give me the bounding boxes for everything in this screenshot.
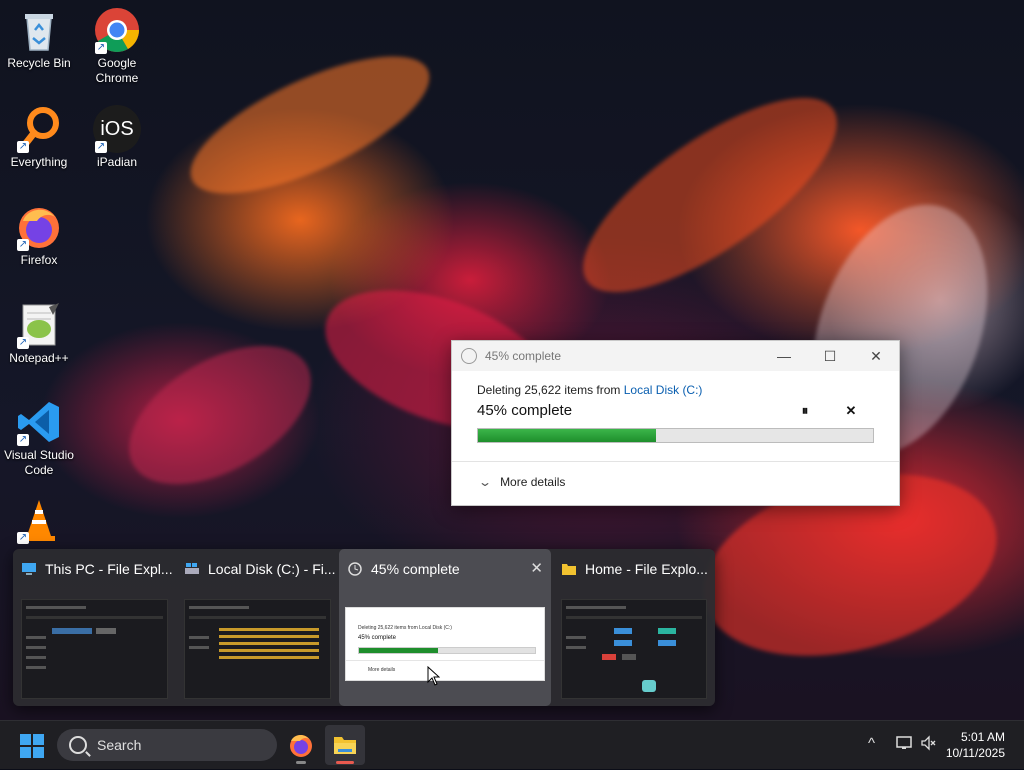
firefox-icon: [290, 735, 312, 757]
switcher-window-delete-progress[interactable]: 45% complete ✕ Deleting 25,622 items fro…: [339, 549, 551, 706]
cancel-button[interactable]: ✕: [828, 403, 874, 419]
close-window-button[interactable]: ✕: [530, 559, 543, 577]
thumbnail-status-text: Deleting 25,622 items from Local Disk (C…: [358, 625, 452, 631]
folder-icon: [562, 564, 576, 575]
close-button[interactable]: ✕: [853, 341, 899, 371]
more-details-label: More details: [500, 475, 566, 489]
desktop-icon-recycle-bin[interactable]: Recycle Bin: [0, 6, 78, 71]
deleting-prefix: Deleting 25,622 items from: [477, 383, 624, 397]
window-thumbnail: [184, 599, 331, 699]
vlc-cone-icon: ↗: [15, 496, 63, 544]
switcher-window-local-disk[interactable]: Local Disk (C:) - Fi...: [176, 549, 339, 706]
dialog-titlebar[interactable]: 45% complete — ☐ ✕: [452, 341, 899, 371]
taskbar-firefox[interactable]: [281, 725, 321, 765]
taskbar: Search ^ 5:01 AM 10/11/2025: [0, 720, 1024, 769]
window-title: Home - File Explo...: [585, 561, 708, 577]
vscode-icon: ↗: [15, 398, 63, 446]
desktop-icon-label: iPadian: [96, 155, 138, 169]
active-indicator: [336, 761, 354, 764]
drive-icon: [185, 563, 199, 574]
percent-complete-label: 45% complete: [477, 402, 573, 419]
search-icon: [69, 736, 87, 754]
search-placeholder: Search: [97, 737, 142, 753]
clock-time: 5:01 AM: [960, 730, 1005, 744]
task-switcher: This PC - File Expl... Local Disk (C:) -…: [13, 549, 715, 706]
shortcut-arrow-icon: ↗: [17, 141, 29, 153]
start-button[interactable]: [20, 734, 44, 758]
window-title: Local Disk (C:) - Fi...: [208, 561, 336, 577]
local-disk-link[interactable]: Local Disk (C:): [624, 383, 703, 397]
thumbnail-progress-bar: [358, 647, 536, 654]
window-title: 45% complete: [371, 561, 460, 577]
taskbar-file-explorer[interactable]: [325, 725, 365, 765]
divider: [346, 660, 544, 661]
switcher-window-home[interactable]: Home - File Explo...: [553, 549, 715, 706]
notepad-plus-plus-icon: ↗: [15, 301, 63, 349]
window-thumbnail: [561, 599, 707, 699]
system-tray: ^ 5:01 AM 10/11/2025: [844, 721, 1024, 769]
windows-logo-icon: [20, 734, 31, 745]
thumbnail-more-details: More details: [368, 667, 396, 673]
progress-bar: [477, 428, 874, 443]
mouse-cursor-icon: [427, 666, 440, 686]
more-details-toggle[interactable]: ⌄ More details: [477, 475, 566, 489]
desktop-icon-label: Notepad++: [9, 351, 69, 365]
monitor-icon: [22, 563, 36, 575]
delete-progress-dialog[interactable]: 45% complete — ☐ ✕ Deleting 25,622 items…: [451, 340, 900, 506]
shortcut-arrow-icon: ↗: [17, 337, 29, 349]
shortcut-arrow-icon: ↗: [17, 434, 29, 446]
chevron-down-icon: ⌄: [477, 475, 493, 489]
desktop-icon-notepad-plus-plus[interactable]: ↗ Notepad++: [0, 301, 78, 366]
shortcut-arrow-icon: ↗: [95, 42, 107, 54]
chrome-icon: ↗: [93, 6, 141, 54]
window-thumbnail: Deleting 25,622 items from Local Disk (C…: [345, 607, 545, 681]
ipadian-icon: iOS ↗: [93, 105, 141, 153]
desktop-icon-label: Firefox: [20, 253, 58, 267]
desktop-icon-label: Recycle Bin: [7, 56, 71, 70]
minimize-button[interactable]: —: [761, 341, 807, 371]
clock-icon: [461, 348, 477, 364]
shortcut-arrow-icon: ↗: [95, 141, 107, 153]
desktop-icon-label: Everything: [10, 155, 68, 169]
window-title: This PC - File Expl...: [45, 561, 173, 577]
desktop-icon-firefox[interactable]: ↗ Firefox: [0, 203, 78, 268]
divider: [452, 461, 899, 462]
thumbnail-progress-fill: [359, 648, 439, 653]
recycle-bin-icon: [15, 6, 63, 54]
thumbnail-percent-text: 45% complete: [358, 635, 397, 641]
shortcut-arrow-icon: ↗: [17, 532, 29, 544]
deleting-status-text: Deleting 25,622 items from Local Disk (C…: [477, 383, 874, 397]
desktop-icon-ipadian[interactable]: iOS ↗ iPadian: [78, 105, 156, 170]
clock-date: 10/11/2025: [945, 746, 1005, 760]
everything-magnifier-icon: ↗: [15, 105, 63, 153]
desktop-icon-label: Visual Studio Code: [4, 448, 74, 477]
desktop-icon-vlc[interactable]: ↗: [0, 496, 78, 548]
maximize-button[interactable]: ☐: [807, 341, 853, 371]
dialog-title: 45% complete: [485, 349, 562, 363]
window-thumbnail: [21, 599, 168, 699]
progress-bar-fill: [478, 429, 656, 442]
running-indicator: [296, 761, 306, 764]
show-hidden-icons-chevron-icon[interactable]: ^: [868, 735, 875, 752]
desktop-icon-label: Google Chrome: [95, 56, 139, 85]
network-icon[interactable]: [896, 735, 914, 751]
desktop-icon-everything[interactable]: ↗ Everything: [0, 105, 78, 170]
desktop-icon-google-chrome[interactable]: ↗ Google Chrome: [78, 6, 156, 86]
clock-icon: [348, 562, 362, 576]
taskbar-clock[interactable]: 5:01 AM 10/11/2025: [935, 729, 1005, 761]
desktop-icon-visual-studio-code[interactable]: ↗ Visual Studio Code: [0, 398, 78, 478]
firefox-icon: ↗: [15, 203, 63, 251]
shortcut-arrow-icon: ↗: [17, 239, 29, 251]
folder-icon: [334, 737, 356, 754]
switcher-window-this-pc[interactable]: This PC - File Expl...: [13, 549, 176, 706]
pause-button[interactable]: ⏸: [782, 403, 828, 419]
taskbar-search-box[interactable]: Search: [57, 729, 277, 761]
